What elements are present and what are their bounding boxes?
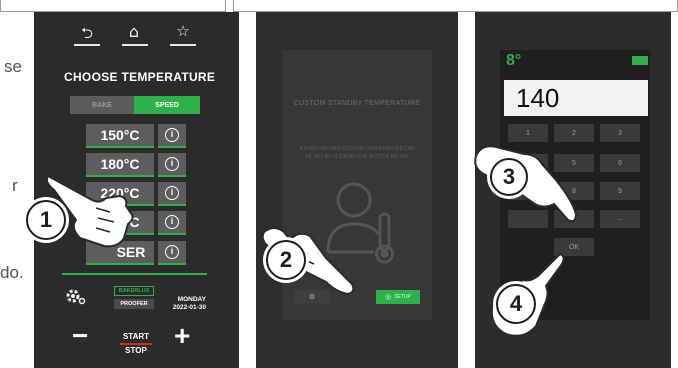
standby-subtitle-line-2: BE SET BY CLICKING THE BUTTON BELOW [305, 154, 409, 160]
info-button[interactable]: i [158, 241, 186, 265]
step-4-badge: 4 [496, 284, 536, 324]
left-text-fragment-2: r [12, 176, 18, 195]
standby-screen-panel: CUSTOM STANDBY TEMPERATURE A USER-DEFINE… [256, 12, 458, 368]
keypad-key-6[interactable]: 6 [600, 154, 640, 172]
nav-underline [122, 44, 148, 46]
temperature-display[interactable]: 140 [504, 80, 648, 116]
start-label[interactable]: START [118, 332, 154, 341]
info-icon: i [165, 245, 179, 259]
info-icon: i [165, 157, 179, 171]
tab-bake[interactable]: BAKE [70, 96, 134, 114]
keypad-key-backspace[interactable]: ← [600, 210, 640, 228]
nav-underline [74, 44, 100, 46]
info-icon: i [165, 128, 179, 142]
setup-label: SETUP [394, 294, 411, 300]
tab-speed[interactable]: SPEED [134, 96, 200, 114]
brand-logo-icon: 8° [506, 52, 522, 69]
step-3-badge: 3 [490, 158, 528, 196]
start-stop-divider [120, 343, 152, 345]
setup-button[interactable]: ◎ SETUP [376, 290, 420, 304]
left-text-fragment-3: do. [0, 263, 24, 282]
standby-title: CUSTOM STANDBY TEMPERATURE [293, 100, 421, 107]
day-label: MONDAY [177, 296, 206, 303]
stop-label[interactable]: STOP [118, 346, 154, 355]
info-button[interactable]: i [158, 211, 186, 235]
minus-button[interactable]: − [72, 322, 88, 350]
status-badge [632, 56, 648, 65]
step-1-badge: 1 [26, 200, 66, 240]
info-button[interactable]: i [158, 124, 186, 148]
info-button[interactable]: i [158, 182, 186, 206]
page-title: CHOOSE TEMPERATURE [64, 70, 216, 84]
top-frame-left [0, 0, 226, 12]
plus-button[interactable]: + [174, 322, 190, 350]
star-icon[interactable]: ☆ [172, 22, 194, 40]
proofer-button[interactable]: PROOFER [114, 299, 154, 309]
left-text-fragment-1: se [4, 57, 22, 76]
step-2-badge: 2 [266, 240, 306, 280]
home-icon[interactable]: ⌂ [122, 22, 146, 41]
info-icon: i [165, 186, 179, 200]
temperature-button-150[interactable]: 150°C [86, 124, 154, 148]
top-frame-right [233, 0, 678, 12]
standby-subtitle-line-1: A USER-DEFINED CUSTOM TEMPERATURE CAN [299, 146, 415, 152]
divider [62, 273, 207, 275]
keypad-key-3[interactable]: 3 [600, 124, 640, 142]
power-icon: ◎ [385, 294, 392, 301]
settings-icon[interactable] [64, 285, 86, 307]
nav-underline [170, 44, 196, 46]
bakerlux-button[interactable]: BAKERLUX [114, 286, 154, 296]
info-button[interactable]: i [158, 153, 186, 177]
keypad-key-9[interactable]: 9 [600, 182, 640, 200]
date-label: 2022-01-30 [172, 304, 206, 311]
info-icon: i [165, 215, 179, 229]
